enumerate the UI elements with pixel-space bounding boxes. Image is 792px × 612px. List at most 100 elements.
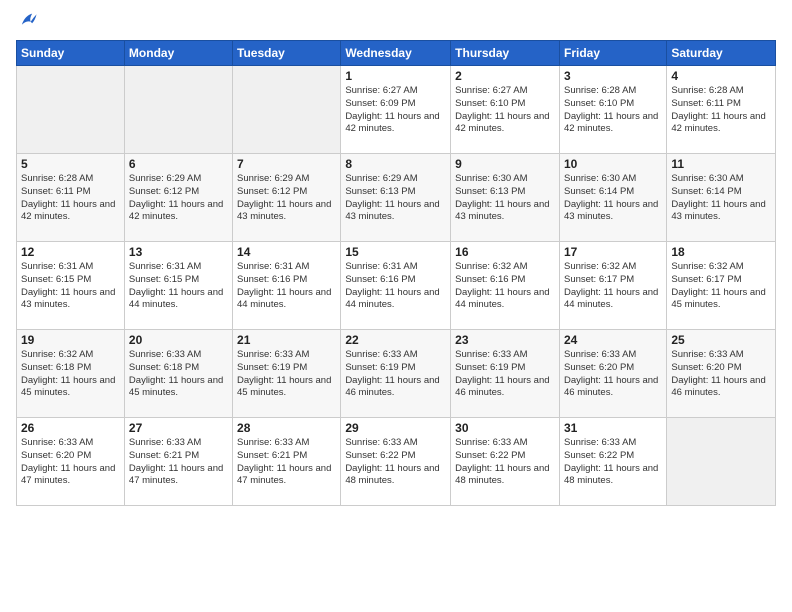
logo — [16, 10, 42, 32]
page-header — [16, 10, 776, 32]
calendar-cell: 22Sunrise: 6:33 AMSunset: 6:19 PMDayligh… — [341, 330, 451, 418]
day-info: Sunrise: 6:33 AMSunset: 6:22 PMDaylight:… — [345, 437, 446, 488]
calendar-cell: 10 Sunrise: 6:30 AMSunset: 6:14 PMDayligh… — [559, 154, 666, 242]
day-info: Sunrise: 6:28 AMSunset: 6:10 PMDaylight:… — [564, 85, 662, 136]
day-number: 27 — [129, 421, 228, 435]
day-info: Sunrise: 6:33 AMSunset: 6:22 PMDaylight:… — [564, 437, 662, 488]
calendar-cell: 7 Sunrise: 6:29 AMSunset: 6:12 PMDaylight… — [233, 154, 341, 242]
weekday-header-wednesday: Wednesday — [341, 41, 451, 66]
day-number: 7 — [237, 157, 336, 171]
calendar-cell: 14 Sunrise: 6:31 AMSunset: 6:16 PMDayligh… — [233, 242, 341, 330]
calendar-cell: 18 Sunrise: 6:32 AMSunset: 6:17 PMDayligh… — [667, 242, 776, 330]
day-number: 30 — [455, 421, 555, 435]
calendar-cell: 1 Sunrise: 6:27 AMSunset: 6:09 PMDaylight… — [341, 66, 451, 154]
day-info: Sunrise: 6:33 AMSunset: 6:20 PMDaylight:… — [671, 349, 771, 400]
day-number: 15 — [345, 245, 446, 259]
day-info: Sunrise: 6:31 AMSunset: 6:16 PMDaylight:… — [345, 261, 446, 312]
day-number: 16 — [455, 245, 555, 259]
day-info: Sunrise: 6:28 AMSunset: 6:11 PMDaylight:… — [21, 173, 120, 224]
calendar-cell: 19Sunrise: 6:32 AMSunset: 6:18 PMDayligh… — [17, 330, 125, 418]
calendar-cell: 26Sunrise: 6:33 AMSunset: 6:20 PMDayligh… — [17, 418, 125, 506]
calendar-cell: 25 Sunrise: 6:33 AMSunset: 6:20 PMDayligh… — [667, 330, 776, 418]
day-info: Sunrise: 6:33 AMSunset: 6:20 PMDaylight:… — [21, 437, 120, 488]
day-info: Sunrise: 6:28 AMSunset: 6:11 PMDaylight:… — [671, 85, 771, 136]
day-info: Sunrise: 6:29 AMSunset: 6:13 PMDaylight:… — [345, 173, 446, 224]
calendar-cell — [233, 66, 341, 154]
day-number: 31 — [564, 421, 662, 435]
calendar-cell: 20Sunrise: 6:33 AMSunset: 6:18 PMDayligh… — [124, 330, 232, 418]
calendar-cell: 23 Sunrise: 6:33 AMSunset: 6:19 PMDayligh… — [451, 330, 560, 418]
weekday-header-thursday: Thursday — [451, 41, 560, 66]
day-number: 12 — [21, 245, 120, 259]
day-number: 28 — [237, 421, 336, 435]
calendar-header-row: SundayMondayTuesdayWednesdayThursdayFrid… — [17, 41, 776, 66]
calendar-cell: 17Sunrise: 6:32 AMSunset: 6:17 PMDayligh… — [559, 242, 666, 330]
day-info: Sunrise: 6:29 AMSunset: 6:12 PMDaylight:… — [129, 173, 228, 224]
day-number: 5 — [21, 157, 120, 171]
day-number: 13 — [129, 245, 228, 259]
calendar-cell — [124, 66, 232, 154]
day-number: 3 — [564, 69, 662, 83]
day-info: Sunrise: 6:29 AMSunset: 6:12 PMDaylight:… — [237, 173, 336, 224]
day-number: 21 — [237, 333, 336, 347]
calendar-cell: 8 Sunrise: 6:29 AMSunset: 6:13 PMDaylight… — [341, 154, 451, 242]
day-info: Sunrise: 6:31 AMSunset: 6:15 PMDaylight:… — [129, 261, 228, 312]
calendar-cell: 2Sunrise: 6:27 AMSunset: 6:10 PMDaylight… — [451, 66, 560, 154]
calendar-cell: 28 Sunrise: 6:33 AMSunset: 6:21 PMDayligh… — [233, 418, 341, 506]
day-info: Sunrise: 6:31 AMSunset: 6:16 PMDaylight:… — [237, 261, 336, 312]
calendar-cell: 21 Sunrise: 6:33 AMSunset: 6:19 PMDayligh… — [233, 330, 341, 418]
weekday-header-tuesday: Tuesday — [233, 41, 341, 66]
day-info: Sunrise: 6:27 AMSunset: 6:09 PMDaylight:… — [345, 85, 446, 136]
calendar-cell: 11Sunrise: 6:30 AMSunset: 6:14 PMDayligh… — [667, 154, 776, 242]
day-number: 14 — [237, 245, 336, 259]
day-info: Sunrise: 6:32 AMSunset: 6:17 PMDaylight:… — [671, 261, 771, 312]
calendar-cell: 16 Sunrise: 6:32 AMSunset: 6:16 PMDayligh… — [451, 242, 560, 330]
day-number: 23 — [455, 333, 555, 347]
calendar-week-1: 1 Sunrise: 6:27 AMSunset: 6:09 PMDaylight… — [17, 66, 776, 154]
calendar-cell: 9Sunrise: 6:30 AMSunset: 6:13 PMDaylight… — [451, 154, 560, 242]
calendar-cell — [17, 66, 125, 154]
calendar-cell: 12 Sunrise: 6:31 AMSunset: 6:15 PMDayligh… — [17, 242, 125, 330]
calendar-cell: 5 Sunrise: 6:28 AMSunset: 6:11 PMDaylight… — [17, 154, 125, 242]
day-number: 19 — [21, 333, 120, 347]
day-number: 10 — [564, 157, 662, 171]
day-number: 1 — [345, 69, 446, 83]
day-number: 25 — [671, 333, 771, 347]
calendar-cell — [667, 418, 776, 506]
calendar-cell: 15 Sunrise: 6:31 AMSunset: 6:16 PMDayligh… — [341, 242, 451, 330]
day-info: Sunrise: 6:30 AMSunset: 6:14 PMDaylight:… — [671, 173, 771, 224]
weekday-header-friday: Friday — [559, 41, 666, 66]
day-number: 8 — [345, 157, 446, 171]
weekday-header-monday: Monday — [124, 41, 232, 66]
weekday-header-sunday: Sunday — [17, 41, 125, 66]
calendar-week-3: 12 Sunrise: 6:31 AMSunset: 6:15 PMDayligh… — [17, 242, 776, 330]
calendar-cell: 3 Sunrise: 6:28 AMSunset: 6:10 PMDaylight… — [559, 66, 666, 154]
calendar-cell: 6Sunrise: 6:29 AMSunset: 6:12 PMDaylight… — [124, 154, 232, 242]
day-info: Sunrise: 6:30 AMSunset: 6:14 PMDaylight:… — [564, 173, 662, 224]
day-number: 29 — [345, 421, 446, 435]
day-number: 4 — [671, 69, 771, 83]
day-info: Sunrise: 6:33 AMSunset: 6:20 PMDaylight:… — [564, 349, 662, 400]
calendar-cell: 27Sunrise: 6:33 AMSunset: 6:21 PMDayligh… — [124, 418, 232, 506]
calendar-week-5: 26Sunrise: 6:33 AMSunset: 6:20 PMDayligh… — [17, 418, 776, 506]
calendar-table: SundayMondayTuesdayWednesdayThursdayFrid… — [16, 40, 776, 506]
calendar-week-4: 19Sunrise: 6:32 AMSunset: 6:18 PMDayligh… — [17, 330, 776, 418]
calendar-cell: 31 Sunrise: 6:33 AMSunset: 6:22 PMDayligh… — [559, 418, 666, 506]
day-number: 24 — [564, 333, 662, 347]
logo-icon — [16, 10, 38, 32]
day-info: Sunrise: 6:33 AMSunset: 6:21 PMDaylight:… — [237, 437, 336, 488]
calendar-cell: 29 Sunrise: 6:33 AMSunset: 6:22 PMDayligh… — [341, 418, 451, 506]
calendar-cell: 30Sunrise: 6:33 AMSunset: 6:22 PMDayligh… — [451, 418, 560, 506]
calendar-cell: 13 Sunrise: 6:31 AMSunset: 6:15 PMDayligh… — [124, 242, 232, 330]
day-number: 17 — [564, 245, 662, 259]
day-number: 2 — [455, 69, 555, 83]
day-info: Sunrise: 6:33 AMSunset: 6:18 PMDaylight:… — [129, 349, 228, 400]
day-info: Sunrise: 6:31 AMSunset: 6:15 PMDaylight:… — [21, 261, 120, 312]
day-info: Sunrise: 6:32 AMSunset: 6:16 PMDaylight:… — [455, 261, 555, 312]
day-info: Sunrise: 6:33 AMSunset: 6:19 PMDaylight:… — [455, 349, 555, 400]
day-info: Sunrise: 6:33 AMSunset: 6:19 PMDaylight:… — [237, 349, 336, 400]
calendar-cell: 4 Sunrise: 6:28 AMSunset: 6:11 PMDaylight… — [667, 66, 776, 154]
weekday-header-saturday: Saturday — [667, 41, 776, 66]
calendar-week-2: 5 Sunrise: 6:28 AMSunset: 6:11 PMDaylight… — [17, 154, 776, 242]
day-number: 18 — [671, 245, 771, 259]
